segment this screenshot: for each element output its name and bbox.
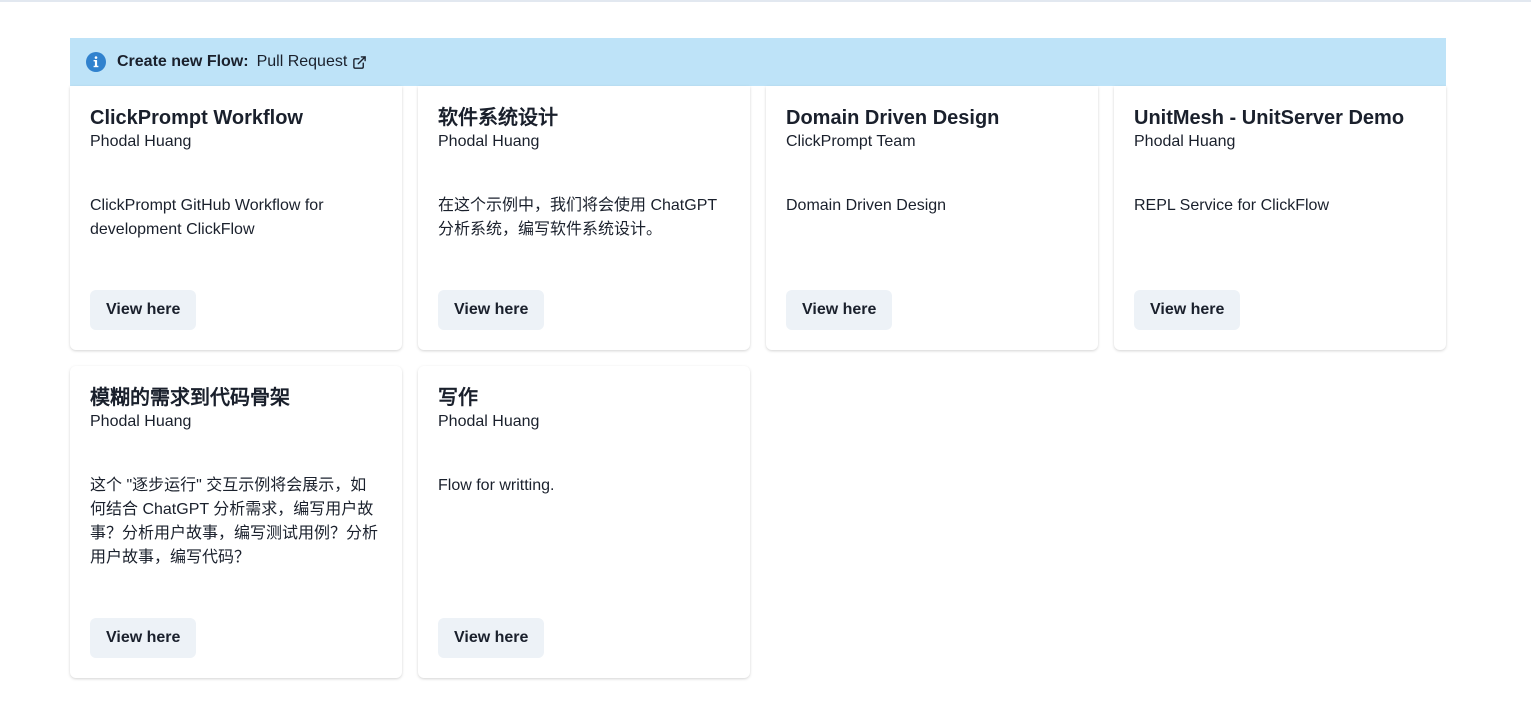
card-description: 这个 "逐步运行" 交互示例将会展示，如何结合 ChatGPT 分析需求，编写用… xyxy=(90,477,379,566)
card-title: 软件系统设计 xyxy=(438,107,558,129)
view-here-button[interactable]: View here xyxy=(1134,290,1241,330)
card-title: ClickPrompt Workflow xyxy=(90,107,303,129)
card-author: ClickPrompt Team xyxy=(786,133,916,150)
pull-request-link[interactable]: Pull Request xyxy=(257,53,368,71)
banner-title: Create new Flow: xyxy=(117,53,249,70)
flow-card: Domain Driven Design ClickPrompt Team Do… xyxy=(766,86,1098,350)
card-title: 写作 xyxy=(438,387,478,409)
external-link-icon xyxy=(352,55,367,70)
flow-grid-row-2: 模糊的需求到代码骨架 Phodal Huang 这个 "逐步运行" 交互示例将会… xyxy=(70,366,1446,678)
card-description: ClickPrompt GitHub Workflow for developm… xyxy=(90,197,324,238)
card-author: Phodal Huang xyxy=(438,413,540,430)
view-here-button[interactable]: View here xyxy=(90,290,197,330)
flow-list-container: Create new Flow: Pull Request ClickPromp… xyxy=(70,38,1446,678)
card-author: Phodal Huang xyxy=(90,413,192,430)
card-description: Domain Driven Design xyxy=(786,197,947,214)
card-title: Domain Driven Design xyxy=(786,107,1000,129)
flow-card: 写作 Phodal Huang Flow for writting. View … xyxy=(418,366,750,678)
info-banner: Create new Flow: Pull Request xyxy=(70,38,1446,86)
view-here-button[interactable]: View here xyxy=(438,618,545,658)
flow-grid-row-1: ClickPrompt Workflow Phodal Huang ClickP… xyxy=(70,86,1446,350)
flow-card: ClickPrompt Workflow Phodal Huang ClickP… xyxy=(70,86,402,350)
view-here-button[interactable]: View here xyxy=(786,290,893,330)
pull-request-link-label: Pull Request xyxy=(256,53,348,70)
view-here-button[interactable]: View here xyxy=(438,290,545,330)
flow-card: 软件系统设计 Phodal Huang 在这个示例中，我们将会使用 ChatGP… xyxy=(418,86,750,350)
card-author: Phodal Huang xyxy=(90,133,192,150)
card-description: 在这个示例中，我们将会使用 ChatGPT 分析系统，编写软件系统设计。 xyxy=(438,197,717,238)
flow-card: 模糊的需求到代码骨架 Phodal Huang 这个 "逐步运行" 交互示例将会… xyxy=(70,366,402,678)
card-title: UnitMesh - UnitServer Demo xyxy=(1134,107,1405,129)
card-description: REPL Service for ClickFlow xyxy=(1134,197,1330,214)
card-description: Flow for writting. xyxy=(438,477,555,494)
flow-card: UnitMesh - UnitServer Demo Phodal Huang … xyxy=(1114,86,1446,350)
view-here-button[interactable]: View here xyxy=(90,618,197,658)
top-divider xyxy=(0,0,1531,2)
card-title: 模糊的需求到代码骨架 xyxy=(90,387,290,409)
card-author: Phodal Huang xyxy=(438,133,540,150)
info-icon xyxy=(86,52,106,72)
card-author: Phodal Huang xyxy=(1134,133,1236,150)
